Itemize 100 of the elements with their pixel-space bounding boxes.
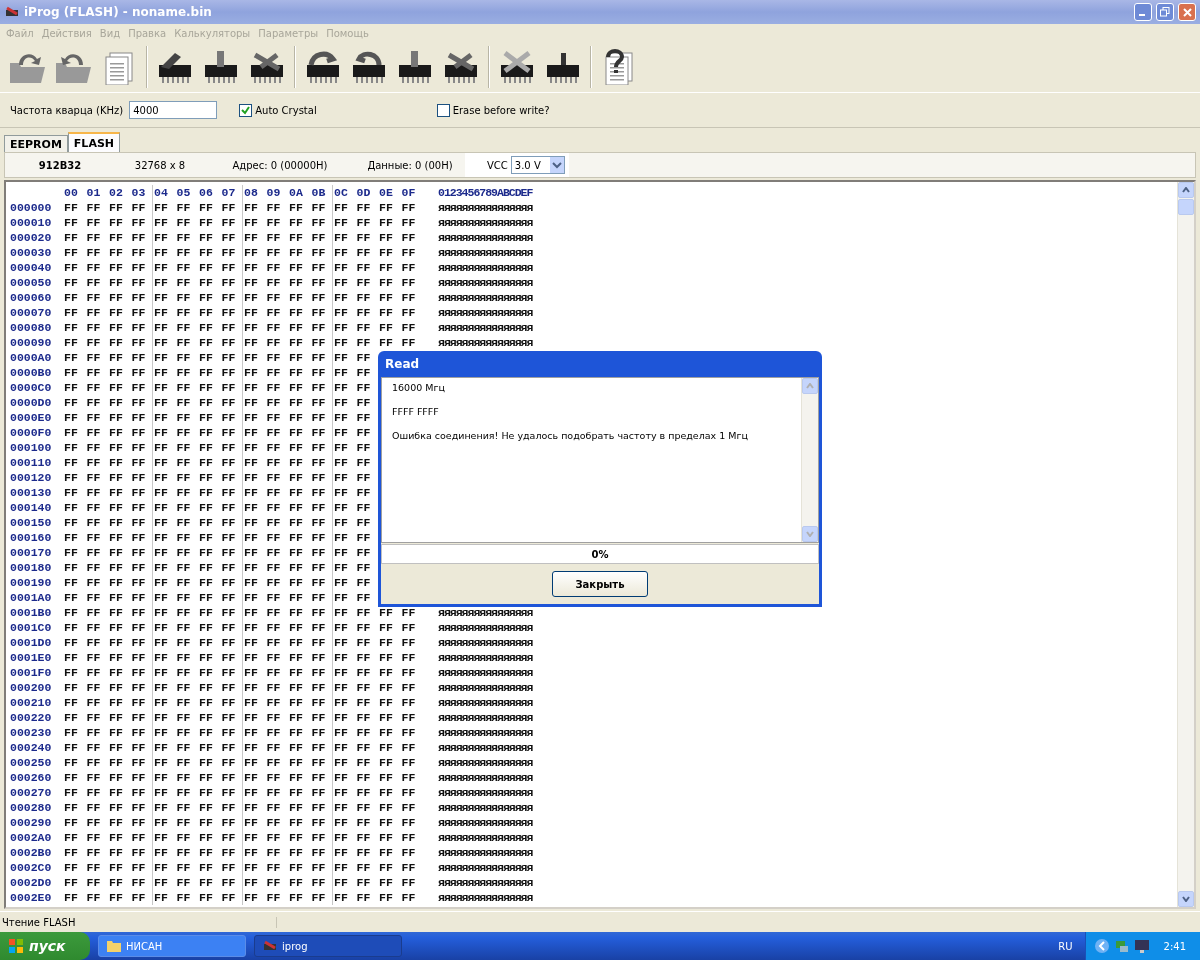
byte-cell-text: FF [356, 276, 372, 289]
byte-cell-text: FF [64, 366, 79, 379]
start-button[interactable]: пуск [0, 932, 90, 960]
ascii-text: яяяяяяяяяяяяяяяя [438, 846, 533, 859]
byte-cell-text: FF [401, 246, 417, 259]
byte-cell-text: FF [154, 396, 169, 409]
byte-cell-text: FF [199, 381, 214, 394]
byte-cell-text: FF [379, 291, 394, 304]
byte-cell-text: FF [334, 621, 349, 634]
byte-cell-text: FF [199, 861, 214, 874]
byte-cell-text: FF [199, 216, 214, 229]
byte-cell-text: FF [64, 576, 79, 589]
byte-cell-text: FF [221, 606, 237, 619]
byte-cell-text: FF [289, 711, 304, 724]
column-header: 06 [199, 186, 214, 199]
byte-cell-text: FF [266, 441, 282, 454]
byte-cell-text: FF [244, 801, 259, 814]
byte-cell-text: FF [199, 411, 214, 424]
byte-cell-text: FF [334, 681, 349, 694]
byte-cell-text: FF [311, 651, 327, 664]
byte-cell-text: FF [64, 756, 79, 769]
scroll-up-button[interactable] [1178, 182, 1194, 198]
byte-cell-text: FF [64, 636, 79, 649]
byte-cell-text: FF [86, 276, 102, 289]
byte-cell-text: FF [244, 726, 259, 739]
crystal-field[interactable]: 4000 [129, 101, 218, 119]
byte-cell-text: FF [154, 651, 169, 664]
tab[interactable]: FLASH [67, 132, 121, 152]
byte-cell-text: FF [131, 486, 147, 499]
byte-cell-text: FF [131, 771, 147, 784]
byte-cell-text: FF [356, 876, 372, 889]
byte-cell-text: FF [334, 861, 349, 874]
byte-cell-text: FF [109, 441, 124, 454]
taskbar-button[interactable]: iprog [254, 935, 402, 957]
row-address: 0002E0 [9, 891, 53, 904]
byte-cell-text: FF [266, 396, 282, 409]
close-dialog-button[interactable]: Закрыть [552, 571, 648, 597]
byte-cell-text: FF [289, 741, 304, 754]
byte-cell-text: FF [64, 531, 79, 544]
byte-cell-text: FF [199, 741, 214, 754]
byte-cell-text: FF [356, 801, 372, 814]
byte-cell-text: FF [109, 381, 124, 394]
byte-cell-text: FF [64, 561, 79, 574]
byte-cell-text: FF [176, 516, 192, 529]
vcc-select[interactable]: 3.0 V [510, 156, 565, 174]
byte-cell-text: FF [131, 651, 147, 664]
minimize-button[interactable] [1134, 3, 1152, 21]
byte-cell-text: FF [176, 666, 192, 679]
byte-cell-text: FF [86, 501, 102, 514]
byte-cell-text: FF [64, 726, 79, 739]
monitor-icon[interactable] [1133, 938, 1150, 954]
byte-cell-text: FF [334, 696, 349, 709]
byte-cell-text: FF [154, 426, 169, 439]
byte-cell-text: FF [266, 726, 282, 739]
byte-cell-text: FF [401, 201, 417, 214]
byte-cell-text: FF [401, 321, 417, 334]
checkbox[interactable] [239, 103, 253, 117]
byte-cell-text: FF [334, 411, 349, 424]
byte-cell-text: FF [289, 651, 304, 664]
scroll-down-button[interactable] [1178, 891, 1194, 907]
byte-cell-text: FF [86, 441, 102, 454]
ascii-text: яяяяяяяяяяяяяяяя [438, 681, 533, 694]
byte-cell-text: FF [266, 741, 282, 754]
byte-cell-text: FF [221, 831, 237, 844]
row-address: 000190 [9, 576, 53, 589]
byte-cell-text: FF [334, 726, 349, 739]
byte-cell-text: FF [176, 741, 192, 754]
byte-cell-text: FF [244, 486, 259, 499]
byte-cell-text: FF [131, 411, 147, 424]
close-button[interactable] [1178, 3, 1196, 21]
byte-cell-text: FF [221, 696, 237, 709]
byte-cell-text: FF [266, 651, 282, 664]
byte-cell-text: FF [266, 456, 282, 469]
byte-cell-text: FF [199, 276, 214, 289]
taskbar-button[interactable]: НИСАН [98, 935, 246, 957]
byte-cell-text: FF [109, 321, 124, 334]
byte-cell-text: FF [244, 891, 259, 904]
byte-cell-text: FF [199, 711, 214, 724]
byte-cell-text: FF [266, 576, 282, 589]
row-address: 0000B0 [9, 366, 53, 379]
byte-cell-text: FF [131, 876, 147, 889]
byte-cell-text: FF [176, 306, 192, 319]
restore-button[interactable] [1156, 3, 1174, 21]
byte-cell-text: FF [289, 531, 304, 544]
byte-cell-text: FF [311, 456, 327, 469]
byte-cell-text: FF [199, 396, 214, 409]
crystal-label: Частота кварца (KHz) [10, 104, 124, 116]
language-indicator[interactable]: RU [1058, 940, 1073, 952]
byte-cell-text: FF [154, 546, 169, 559]
byte-cell-text: FF [86, 891, 102, 904]
byte-cell-text: FF [266, 786, 282, 799]
checkbox[interactable] [436, 103, 450, 117]
byte-cell-text: FF [109, 711, 124, 724]
scroll-thumb[interactable] [1178, 199, 1194, 215]
byte-cell-text: FF [401, 756, 417, 769]
byte-cell-text: FF [221, 321, 237, 334]
byte-cell-text: FF [154, 531, 169, 544]
tab[interactable]: EEPROM [4, 135, 68, 152]
chevron-left-icon[interactable] [1093, 938, 1110, 954]
byte-cell-text: FF [289, 456, 304, 469]
